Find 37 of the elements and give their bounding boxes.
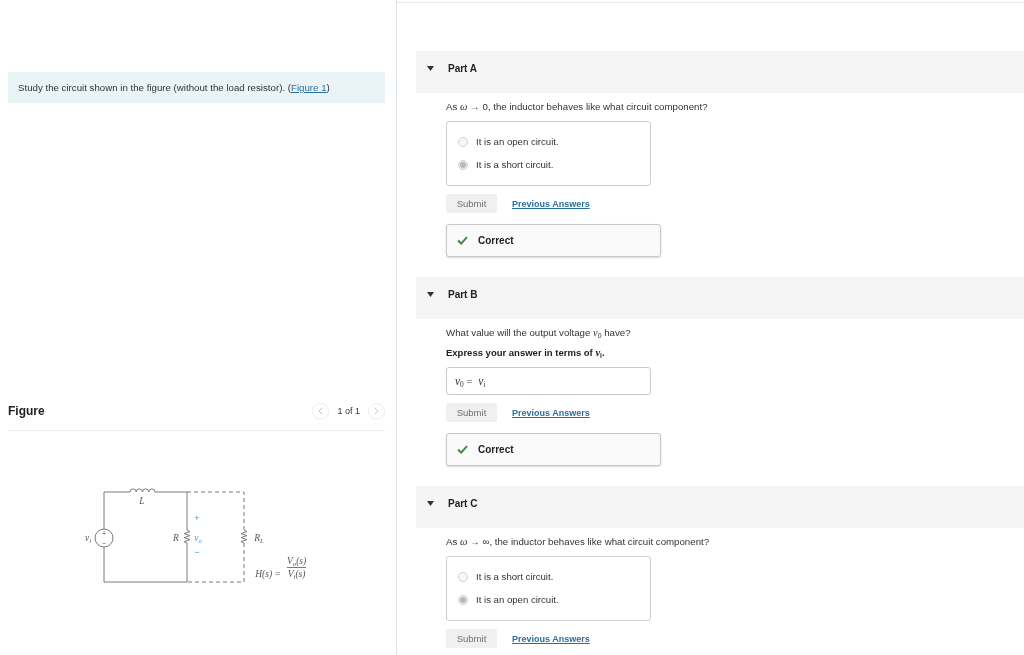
- radio-button[interactable]: [458, 137, 468, 147]
- feedback-text: Correct: [478, 234, 514, 247]
- part-header[interactable]: Part A: [416, 51, 1024, 93]
- answer-option[interactable]: It is a short circuit.: [458, 571, 554, 583]
- figure-link[interactable]: Figure 1: [291, 82, 327, 93]
- answer-option[interactable]: It is an open circuit.: [458, 594, 559, 606]
- output-plus-label: +: [194, 513, 200, 523]
- question-text: What value will the output voltage v$_{0}$ have?: [446, 327, 631, 339]
- figure-title: Figure: [8, 404, 46, 418]
- question-text: As ω → ∞, the inductor behaves like what circuit component?: [446, 536, 710, 548]
- load-label: R$_{L}$: [254, 533, 264, 543]
- page-counter: 1 of 1: [337, 405, 360, 417]
- radio-button[interactable]: [458, 595, 468, 605]
- transfer-denominator-label: V$_{i}$(s): [287, 569, 306, 579]
- transfer-numerator-label: V$_{o}$(s): [287, 556, 307, 566]
- source-label: v$_{i}$: [84, 533, 92, 543]
- feedback-text: Correct: [478, 443, 514, 456]
- intro-text: Study the circuit shown in the figure (without the load resistor). (Figure 1): [17, 81, 331, 95]
- previous-answers-link[interactable]: Previous Answers: [512, 406, 590, 419]
- answer-option[interactable]: It is an open circuit.: [458, 136, 559, 148]
- resistor-label: R: [173, 533, 179, 543]
- output-minus-label: −: [194, 547, 200, 557]
- part-header[interactable]: Part B: [416, 277, 1024, 319]
- instruction-text: Express your answer in terms of v$_{i}$.: [446, 347, 605, 359]
- answer-field[interactable]: v$_{0}$ = v$_{i}$: [446, 367, 651, 395]
- previous-answers-link[interactable]: Previous Answers: [512, 632, 590, 645]
- previous-answers-link[interactable]: Previous Answers: [512, 197, 590, 210]
- answer-option[interactable]: It is a short circuit.: [458, 159, 554, 171]
- chevron-left-icon: [318, 407, 324, 415]
- chevron-right-icon: [374, 407, 379, 415]
- part-header[interactable]: Part C: [416, 486, 1024, 528]
- question-text: As ω → 0, the inductor behaves like what circuit component?: [446, 101, 708, 113]
- transfer-lhs-label: H(s) =: [255, 569, 281, 579]
- output-label: v$_{o}$: [194, 533, 202, 543]
- radio-button[interactable]: [458, 160, 468, 170]
- radio-button[interactable]: [458, 572, 468, 582]
- inductor-label: L: [139, 496, 145, 506]
